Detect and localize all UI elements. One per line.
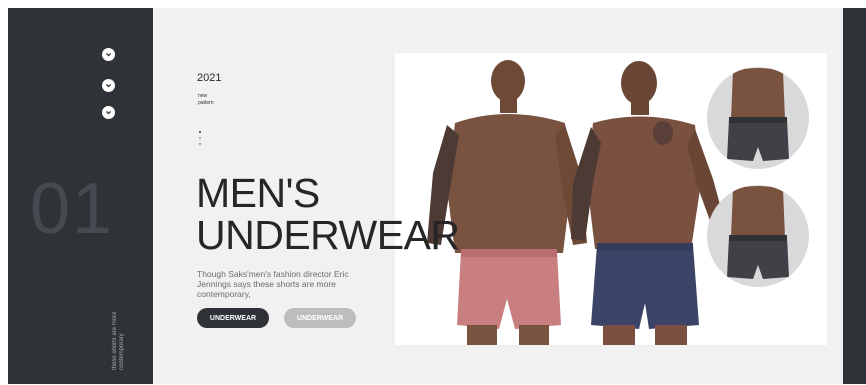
headline-line-1: MEN'S [196,170,320,216]
model-back [571,61,725,345]
right-edge-strip [843,8,866,384]
chevron-down-icon [105,84,112,88]
headline: MEN'S UNDERWEAR [196,172,460,256]
subtitle: new pattern [198,93,214,107]
slide-number: 01 [30,169,115,249]
dot[interactable] [199,137,201,139]
chevron-down-icon [105,53,112,57]
subtitle-line-1: new [198,93,208,99]
thumbnail-image [727,68,789,161]
underwear-secondary-button[interactable]: UNDERWEAR [284,308,356,328]
subtitle-line-2: pattern [198,100,214,106]
sidebar: 01 these shorts are more contemporary [8,8,153,384]
nav-slide-2-button[interactable] [102,79,115,92]
dot-active[interactable] [199,131,201,133]
underwear-primary-button[interactable]: UNDERWEAR [197,308,269,328]
pagination-dots [199,131,201,149]
thumbnail-image [727,186,789,279]
headline-line-2: UNDERWEAR [196,212,460,258]
chevron-down-icon [105,111,112,115]
nav-slide-3-button[interactable] [102,106,115,119]
side-caption: these shorts are more contemporary [112,311,125,370]
dot[interactable] [199,143,201,145]
variant-thumbnail-1[interactable] [707,67,809,169]
year-label: 2021 [197,72,222,84]
nav-slide-1-button[interactable] [102,48,115,61]
description: Though Saks'men's fashion director Eric … [197,269,349,299]
variant-thumbnail-2[interactable] [707,185,809,287]
